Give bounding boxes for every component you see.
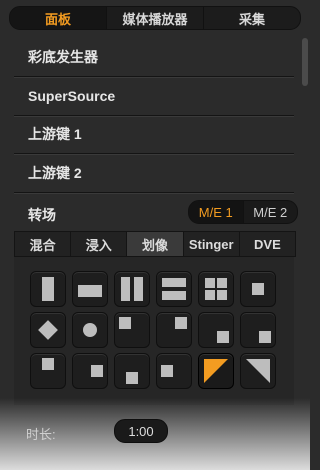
tab-panel[interactable]: 面板: [10, 7, 106, 29]
pattern-diamond-button[interactable]: [30, 312, 66, 348]
wipe-pattern-grid: [14, 256, 294, 405]
tab-stinger[interactable]: Stinger: [182, 232, 239, 256]
tab-media-player[interactable]: 媒体播放器: [106, 7, 203, 29]
section-label: 上游键 1: [28, 126, 82, 142]
pattern-right-center-box-button[interactable]: [72, 353, 108, 389]
section-upstream-key-2[interactable]: 上游键 2: [14, 154, 294, 193]
pattern-top-left-box-button[interactable]: [114, 312, 150, 348]
scrollbar-thumb[interactable]: [302, 38, 308, 86]
duration-label: 时长:: [26, 427, 56, 442]
tab-capture[interactable]: 采集: [203, 7, 300, 29]
pattern-top-right-box-button[interactable]: [156, 312, 192, 348]
tab-wipe[interactable]: 划像: [126, 232, 183, 256]
diagonal-wipe-icon: [246, 359, 270, 383]
tab-dip[interactable]: 浸入: [70, 232, 126, 256]
pattern-center-box-button[interactable]: [240, 271, 276, 307]
pattern-diagonal-right-button[interactable]: [240, 353, 276, 389]
section-label: 上游键 2: [28, 165, 82, 181]
me-2-button[interactable]: M/E 2: [244, 201, 298, 223]
section-color-generator[interactable]: 彩底发生器: [14, 38, 294, 77]
pattern-vertical-bar-button[interactable]: [30, 271, 66, 307]
pattern-four-box-button[interactable]: [198, 271, 234, 307]
me-1-button[interactable]: M/E 1: [189, 201, 244, 223]
pattern-horizontal-split-button[interactable]: [156, 271, 192, 307]
pattern-circle-button[interactable]: [72, 312, 108, 348]
section-label: 彩底发生器: [28, 49, 98, 65]
transition-title: 转场: [28, 207, 56, 223]
transition-type-tabs: 混合 浸入 划像 Stinger DVE: [14, 231, 296, 257]
section-supersource[interactable]: SuperSource: [14, 77, 294, 116]
diagonal-wipe-icon: [204, 359, 228, 383]
pattern-bottom-center-box-button[interactable]: [114, 353, 150, 389]
pattern-top-center-box-button[interactable]: [30, 353, 66, 389]
section-upstream-key-1[interactable]: 上游键 1: [14, 115, 294, 154]
tab-dve[interactable]: DVE: [238, 232, 295, 256]
pattern-left-center-box-button[interactable]: [156, 353, 192, 389]
me-toggle: M/E 1 M/E 2: [188, 200, 298, 224]
section-label: SuperSource: [28, 88, 116, 104]
tab-mix[interactable]: 混合: [15, 232, 70, 256]
pattern-bottom-right-box-button[interactable]: [240, 312, 276, 348]
pattern-bottom-left-box-button[interactable]: [198, 312, 234, 348]
pattern-vertical-split-button[interactable]: [114, 271, 150, 307]
pattern-horizontal-bar-button[interactable]: [72, 271, 108, 307]
duration-input[interactable]: 1:00: [114, 419, 168, 443]
top-tab-bar: 面板 媒体播放器 采集: [9, 6, 301, 30]
scrollbar[interactable]: [302, 38, 308, 458]
pattern-diagonal-left-button[interactable]: [198, 353, 234, 389]
